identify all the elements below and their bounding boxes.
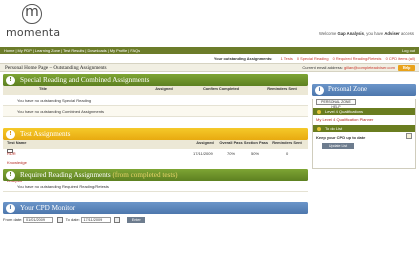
special-reading-table-header: Title Assigned Confirm Completed Reminde… xyxy=(3,86,308,95)
bullet-icon xyxy=(317,126,321,131)
main-content: ! Special Reading and Combined Assignmen… xyxy=(3,74,308,226)
logo-text: momenta xyxy=(6,26,61,39)
logo-mark-icon: m xyxy=(22,4,42,24)
welcome-mid: , you have xyxy=(363,31,384,36)
col-assigned: Assigned xyxy=(155,86,173,91)
personal-zone-header: i Personal Zone xyxy=(312,84,416,96)
level4-header: Level 4 Qualifications xyxy=(313,108,415,115)
test-assignments-title: Test Assignments xyxy=(20,130,71,138)
welcome-user: Gap Analysis xyxy=(337,31,364,36)
enter-button[interactable]: Enter xyxy=(127,216,146,223)
test-assignments-header: ! Test Assignments xyxy=(3,128,308,140)
personal-zone-title: Personal Zone xyxy=(328,86,368,93)
top-navigation: Home | My PDP | Learning Zone | Test Res… xyxy=(0,47,419,54)
cpd-monitor-title: Your CPD Monitor xyxy=(20,204,76,212)
email-info: Current email address: gillan@completead… xyxy=(302,64,395,72)
outstanding-required-link[interactable]: 0 Required Reading/Retests xyxy=(333,56,382,61)
todo-item: Keep your CPD up to date xyxy=(313,132,415,140)
welcome-role: Adviser xyxy=(384,31,400,36)
outstanding-label: Your outstanding Assignments: xyxy=(213,56,273,61)
table-row[interactable]: RDR Knowledge Gap Analysis 17/11/2009 70… xyxy=(3,149,308,183)
email-address[interactable]: gillan@completeadviser.com xyxy=(344,65,395,70)
welcome-suffix: access xyxy=(400,31,414,36)
welcome-prefix: Welcome xyxy=(318,31,337,36)
col-reminders-sent: Reminders Sent xyxy=(267,86,297,91)
from-date-label: From date: xyxy=(3,217,23,222)
alert-icon: ! xyxy=(6,170,15,180)
bullet-icon xyxy=(317,109,321,114)
info-icon: i xyxy=(315,85,324,95)
from-date-input[interactable]: 01/01/2009 xyxy=(23,216,54,223)
email-label: Current email address: xyxy=(302,65,343,70)
outstanding-special-link[interactable]: 0 Special Reading xyxy=(297,56,329,61)
update-list-button[interactable]: Update List xyxy=(322,143,354,149)
level4-planner-link[interactable]: My Level 4 Qualification Planner xyxy=(313,115,415,122)
info-icon: i xyxy=(6,203,15,213)
combined-empty: You have no outstanding Combined Assignm… xyxy=(3,106,308,117)
logo[interactable]: m momenta xyxy=(6,4,76,46)
required-reading-empty: You have no outstanding Required Reading… xyxy=(3,181,308,192)
welcome-message: Welcome Gap Analysis, you have Adviser a… xyxy=(319,31,414,36)
level4-title: Level 4 Qualifications xyxy=(325,109,364,114)
outstanding-tests-link[interactable]: 1 Tests xyxy=(281,56,293,61)
special-reading-header: ! Special Reading and Combined Assignmen… xyxy=(3,74,308,86)
todo-header: To do List xyxy=(313,125,415,132)
col-confirm-completed: Confirm Completed xyxy=(202,86,240,91)
col-section-pass: Section Pass xyxy=(243,140,269,145)
assigned-cell: 17/11/2009 xyxy=(193,151,213,156)
cpd-date-form: From date: 01/01/2009 To date: 17/11/200… xyxy=(3,214,308,226)
to-date-label: To date: xyxy=(65,217,80,222)
nav-links[interactable]: Home | My PDP | Learning Zone | Test Res… xyxy=(4,48,140,53)
page-title: Personal Home Page – Outstanding Assignm… xyxy=(5,65,107,71)
calendar-icon[interactable] xyxy=(56,216,63,223)
personal-zone-body: PERSONAL ZONE HELP Level 4 Qualification… xyxy=(312,99,416,169)
reminders-cell: 0 xyxy=(286,151,289,156)
personal-zone-panel: i Personal Zone PERSONAL ZONE HELP Level… xyxy=(312,84,416,169)
calendar-icon[interactable] xyxy=(114,216,121,223)
col-test-name: Test Name xyxy=(7,140,27,145)
col-assigned: Assigned xyxy=(196,140,214,145)
alert-icon: ! xyxy=(6,75,15,85)
section-pass-cell: 50% xyxy=(251,151,260,156)
logout-link[interactable]: Log out xyxy=(402,47,415,54)
col-title: Title xyxy=(39,86,47,91)
outstanding-cpd-link[interactable]: 0 CPD items (all) xyxy=(386,56,415,61)
required-reading-subtitle: (from completed tests) xyxy=(112,171,178,179)
special-reading-empty: You have no outstanding Special Reading xyxy=(3,95,308,106)
page-title-bar: Personal Home Page – Outstanding Assignm… xyxy=(0,63,419,72)
todo-item-text: Keep your CPD up to date xyxy=(316,135,366,140)
alert-icon: ! xyxy=(6,129,15,139)
personal-zone-help-button[interactable]: PERSONAL ZONE HELP xyxy=(316,99,356,109)
outstanding-summary: Your outstanding Assignments: 1 Tests 0 … xyxy=(0,55,419,63)
col-reminders-sent: Reminders Sent xyxy=(272,140,302,145)
todo-title: To do List xyxy=(325,126,343,131)
cpd-monitor-header: i Your CPD Monitor xyxy=(3,202,308,214)
to-date-input[interactable]: 17/11/2009 xyxy=(81,216,111,223)
required-reading-title: Required Reading Assignments xyxy=(20,171,111,179)
tests-table-header: Test Name Assigned Overall Pass Section … xyxy=(3,140,308,149)
overall-pass-cell: 70% xyxy=(227,151,236,156)
page: m momenta Welcome Gap Analysis, you have… xyxy=(0,0,419,278)
help-button[interactable]: Help xyxy=(398,65,415,71)
note-icon xyxy=(406,133,412,139)
required-reading-header: ! Required Reading Assignments (from com… xyxy=(3,169,308,181)
col-overall-pass: Overall Pass xyxy=(219,140,243,145)
special-reading-title: Special Reading and Combined Assignments xyxy=(20,76,150,84)
